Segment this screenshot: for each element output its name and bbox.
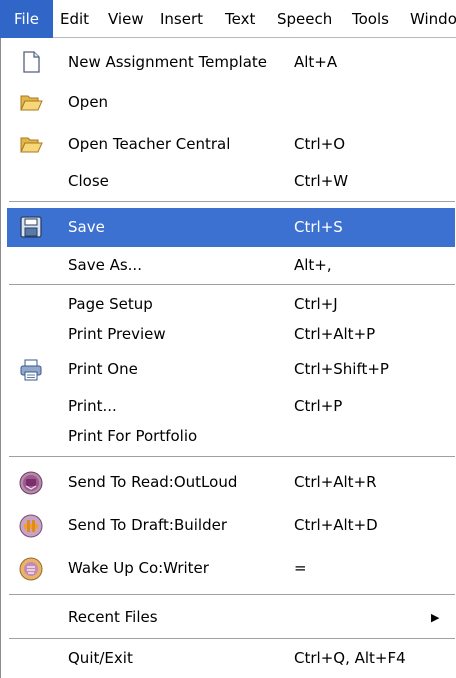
menu-item-shortcut: Ctrl+Q, Alt+F4 [294,649,406,667]
menu-item-label: Print... [68,397,117,415]
menu-separator [9,456,455,458]
menu-item-label: Save As... [68,256,142,274]
menu-item-label: Open Teacher Central [68,135,231,153]
folder-open-icon [19,132,43,156]
file-menu-dropdown: New Assignment Template Alt+A Open Open … [0,38,456,678]
menu-window[interactable]: Windo [410,0,456,38]
menu-item-open-teacher-central[interactable]: Open Teacher Central Ctrl+O [7,127,455,163]
menu-separator [9,638,455,640]
new-document-icon [19,50,43,74]
menu-item-label: Print For Portfolio [68,427,198,445]
menu-item-new-assignment-template[interactable]: New Assignment Template Alt+A [7,44,455,80]
menu-item-print[interactable]: Print... Ctrl+P [7,393,455,421]
menu-item-send-to-draft-builder[interactable]: Send To Draft:Builder Ctrl+Alt+D [7,507,455,545]
menu-separator [9,284,455,286]
menu-item-shortcut: Ctrl+P [294,397,343,415]
menu-item-label: Close [68,172,109,190]
menu-item-page-setup[interactable]: Page Setup Ctrl+J [7,291,455,319]
draft-builder-icon [19,514,43,538]
menu-item-shortcut: Ctrl+Alt+R [294,473,377,491]
floppy-disk-icon [19,215,43,239]
menu-file[interactable]: File [0,0,53,38]
read-outloud-icon [19,471,43,495]
menu-item-label: Send To Read:OutLoud [68,473,238,491]
printer-icon [19,358,43,382]
menu-item-print-one[interactable]: Print One Ctrl+Shift+P [7,351,455,389]
menu-item-label: New Assignment Template [68,53,268,71]
menu-item-shortcut: Ctrl+Alt+D [294,516,378,534]
menu-item-shortcut: Alt+, [294,256,332,274]
menu-item-label: Page Setup [68,295,153,313]
menu-item-label: Open [68,93,109,111]
menu-item-save-as[interactable]: Save As... Alt+, [7,250,455,280]
menu-item-wake-up-co-writer[interactable]: Wake Up Co:Writer = [7,550,455,588]
menu-item-label: Save [68,218,105,236]
menu-separator [9,201,455,203]
menu-item-label: Send To Draft:Builder [68,516,228,534]
menu-bar: File Edit View Insert Text Speech Tools … [0,0,456,38]
menu-item-shortcut: Ctrl+O [294,135,346,153]
menu-item-print-for-portfolio[interactable]: Print For Portfolio [7,423,455,451]
menu-item-quit-exit[interactable]: Quit/Exit Ctrl+Q, Alt+F4 [7,643,455,673]
menu-item-label: Print One [68,360,138,378]
co-writer-icon [19,557,43,581]
submenu-arrow-icon: ▶ [431,611,440,624]
menu-item-recent-files[interactable]: Recent Files ▶ [7,601,455,633]
menu-item-open[interactable]: Open [7,85,455,121]
folder-open-icon [19,90,43,114]
menu-item-shortcut: Alt+A [294,53,338,71]
menu-item-shortcut: = [294,559,307,577]
menu-item-shortcut: Ctrl+W [294,172,349,190]
menu-text[interactable]: Text [225,0,255,38]
menu-item-label: Print Preview [68,325,166,343]
menu-item-label: Wake Up Co:Writer [68,559,209,577]
menu-edit[interactable]: Edit [60,0,89,38]
menu-item-label: Quit/Exit [68,649,133,667]
menu-tools[interactable]: Tools [352,0,389,38]
menu-item-shortcut: Ctrl+S [294,218,343,236]
menu-view[interactable]: View [108,0,144,38]
menu-item-shortcut: Ctrl+Shift+P [294,360,389,378]
menu-item-send-to-read-outloud[interactable]: Send To Read:OutLoud Ctrl+Alt+R [7,464,455,502]
menu-item-close[interactable]: Close Ctrl+W [7,167,455,197]
menu-separator [9,594,455,596]
menu-insert[interactable]: Insert [160,0,203,38]
menu-item-print-preview[interactable]: Print Preview Ctrl+Alt+P [7,321,455,349]
menu-item-save[interactable]: Save Ctrl+S [7,208,455,247]
menu-item-shortcut: Ctrl+J [294,295,338,313]
menu-speech[interactable]: Speech [277,0,332,38]
menu-item-shortcut: Ctrl+Alt+P [294,325,376,343]
menu-item-label: Recent Files [68,608,158,626]
